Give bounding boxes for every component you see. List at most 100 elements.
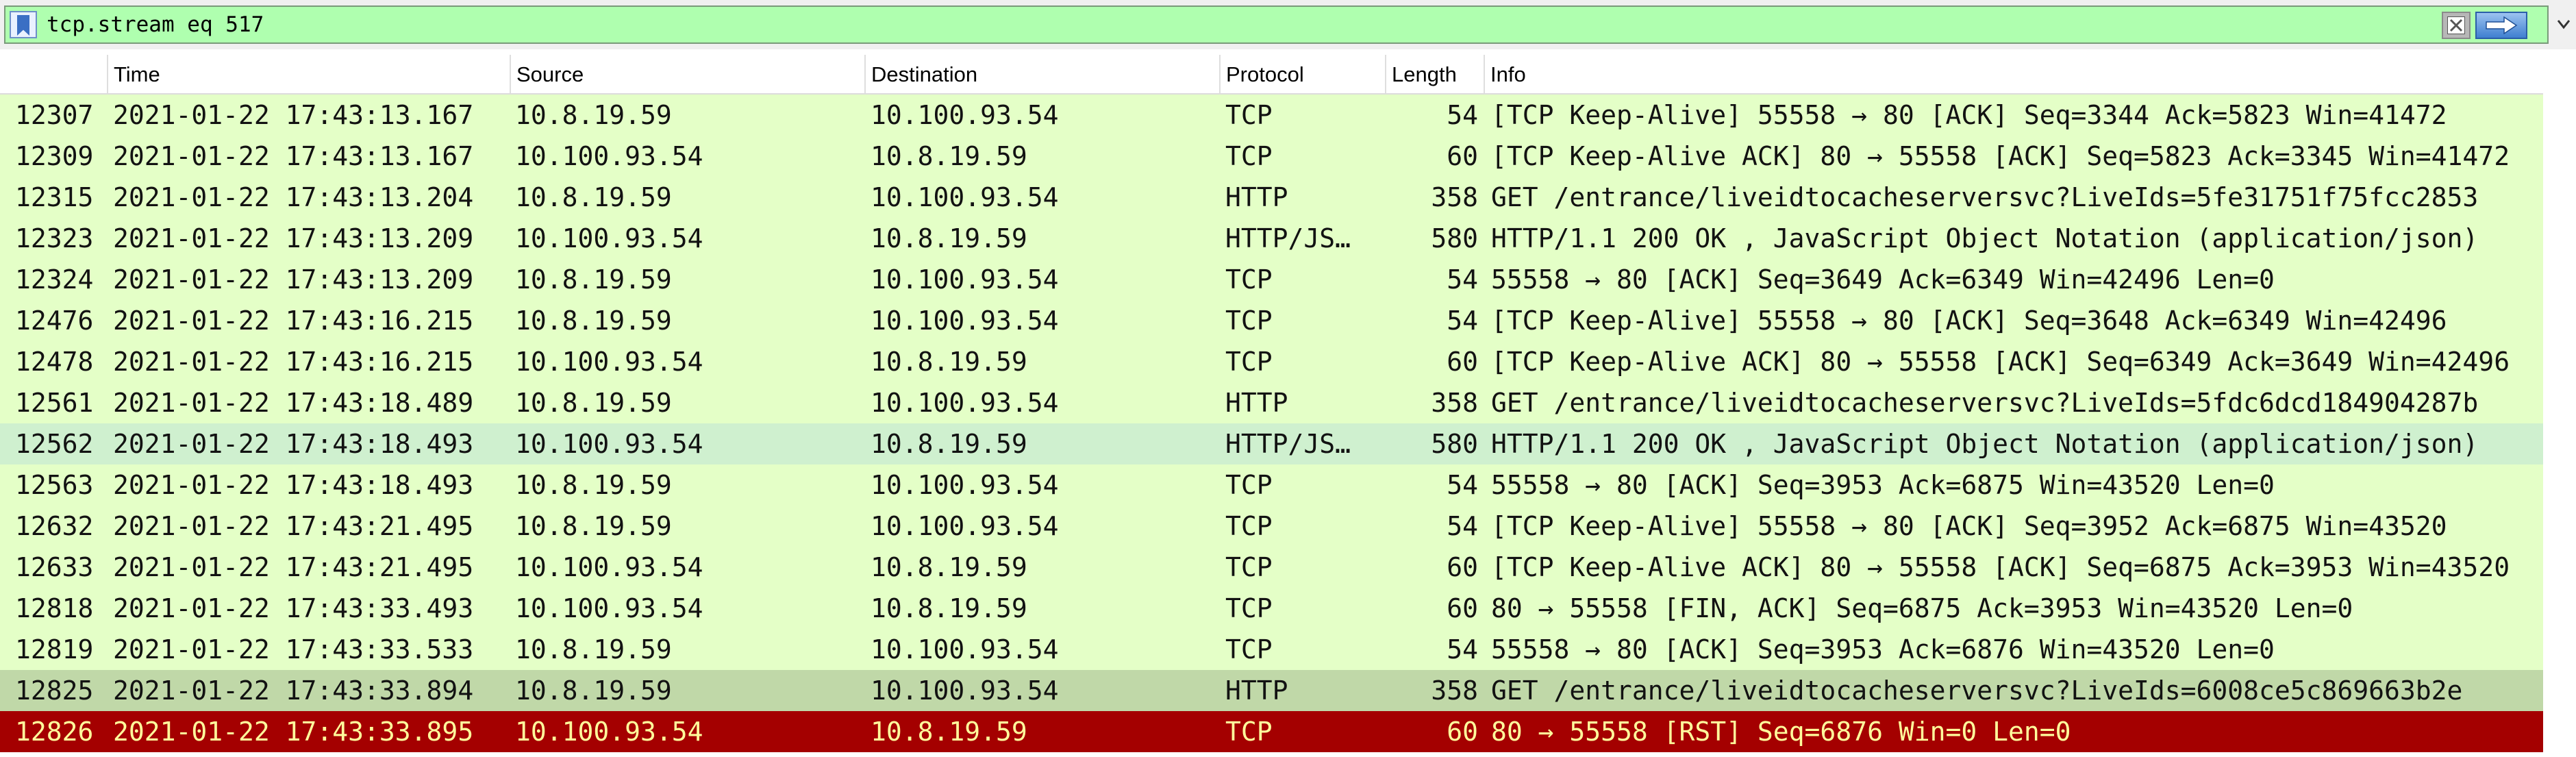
packet-number: 12561 (15, 388, 94, 418)
packet-row[interactable]: 12324 2021-01-22 17:43:13.209 10.8.19.59 10… (0, 259, 2543, 300)
packet-length: 580 (1431, 429, 1478, 459)
packet-length: 358 (1431, 182, 1478, 212)
packet-source: 10.100.93.54 (515, 717, 703, 747)
arrow-right-icon[interactable] (2475, 12, 2527, 39)
packet-row[interactable]: 12825 2021-01-22 17:43:33.894 10.8.19.59 10… (0, 670, 2543, 711)
wireshark-window: Time Source Destination Protocol Length … (0, 0, 2576, 757)
packet-number: 12324 (15, 264, 94, 295)
packet-destination: 10.8.19.59 (871, 552, 1027, 582)
packet-protocol: TCP (1225, 470, 1273, 500)
packet-time: 2021-01-22 17:43:13.204 (113, 182, 474, 212)
packet-length: 60 (1447, 717, 1478, 747)
packet-time: 2021-01-22 17:43:33.894 (113, 675, 474, 706)
column-header-time[interactable]: Time (108, 55, 511, 93)
packet-time: 2021-01-22 17:43:21.495 (113, 511, 474, 541)
packet-info: HTTP/1.1 200 OK , JavaScript Object Nota… (1491, 429, 2479, 459)
packet-protocol: TCP (1225, 306, 1273, 336)
column-header-source[interactable]: Source (511, 55, 866, 93)
packet-length: 358 (1431, 388, 1478, 418)
packet-source: 10.100.93.54 (515, 347, 703, 377)
packet-row[interactable]: 12632 2021-01-22 17:43:21.495 10.8.19.59 10… (0, 506, 2543, 547)
packet-source: 10.8.19.59 (515, 511, 672, 541)
packet-length: 60 (1447, 347, 1478, 377)
packet-time: 2021-01-22 17:43:13.209 (113, 264, 474, 295)
packet-info: 55558 → 80 [ACK] Seq=3953 Ack=6876 Win=4… (1491, 634, 2275, 665)
packet-row[interactable]: 12633 2021-01-22 17:43:21.495 10.100.93.54… (0, 547, 2543, 588)
packet-length: 60 (1447, 552, 1478, 582)
scrollbar-track[interactable] (2543, 55, 2576, 757)
packet-source: 10.100.93.54 (515, 552, 703, 582)
packet-info: [TCP Keep-Alive ACK] 80 → 55558 [ACK] Se… (1491, 347, 2510, 377)
packet-source: 10.100.93.54 (515, 593, 703, 623)
packet-time: 2021-01-22 17:43:13.167 (113, 141, 474, 171)
packet-protocol: TCP (1225, 511, 1273, 541)
packet-destination: 10.8.19.59 (871, 429, 1027, 459)
packet-time: 2021-01-22 17:43:18.489 (113, 388, 474, 418)
packet-row[interactable]: 12819 2021-01-22 17:43:33.533 10.8.19.59 10… (0, 629, 2543, 670)
packet-protocol: HTTP (1225, 388, 1288, 418)
column-header-destination[interactable]: Destination (866, 55, 1221, 93)
packet-protocol: TCP (1225, 717, 1273, 747)
packet-row[interactable]: 12818 2021-01-22 17:43:33.493 10.100.93.54… (0, 588, 2543, 629)
packet-info: 80 → 55558 [RST] Seq=6876 Win=0 Len=0 (1491, 717, 2071, 747)
packet-destination: 10.100.93.54 (871, 100, 1059, 130)
packet-destination: 10.100.93.54 (871, 675, 1059, 706)
packet-source: 10.8.19.59 (515, 634, 672, 665)
packet-destination: 10.100.93.54 (871, 511, 1059, 541)
packet-number: 12826 (15, 717, 94, 747)
packet-number: 12632 (15, 511, 94, 541)
packet-info: [TCP Keep-Alive] 55558 → 80 [ACK] Seq=33… (1491, 100, 2447, 130)
packet-row[interactable]: 12476 2021-01-22 17:43:16.215 10.8.19.59 10… (0, 300, 2543, 341)
packet-row[interactable]: 12309 2021-01-22 17:43:13.167 10.100.93.54… (0, 136, 2543, 177)
packet-info: [TCP Keep-Alive ACK] 80 → 55558 [ACK] Se… (1491, 552, 2510, 582)
chevron-down-icon[interactable] (2555, 14, 2573, 34)
packet-destination: 10.8.19.59 (871, 347, 1027, 377)
packet-info: HTTP/1.1 200 OK , JavaScript Object Nota… (1491, 223, 2479, 253)
packet-protocol: TCP (1225, 100, 1273, 130)
packet-row[interactable]: 12478 2021-01-22 17:43:16.215 10.100.93.54… (0, 341, 2543, 382)
packet-length: 60 (1447, 141, 1478, 171)
packet-info: 55558 → 80 [ACK] Seq=3953 Ack=6875 Win=4… (1491, 470, 2275, 500)
packet-info: [TCP Keep-Alive ACK] 80 → 55558 [ACK] Se… (1491, 141, 2510, 171)
packet-info: [TCP Keep-Alive] 55558 → 80 [ACK] Seq=36… (1491, 306, 2447, 336)
packet-row[interactable]: 12323 2021-01-22 17:43:13.209 10.100.93.54… (0, 218, 2543, 259)
column-header-no[interactable] (0, 55, 108, 93)
packet-length: 54 (1447, 634, 1478, 665)
packet-number: 12476 (15, 306, 94, 336)
packet-time: 2021-01-22 17:43:13.167 (113, 100, 474, 130)
packet-number: 12478 (15, 347, 94, 377)
column-header-protocol[interactable]: Protocol (1221, 55, 1386, 93)
packet-protocol: TCP (1225, 634, 1273, 665)
packet-info: GET /entrance/liveidtocacheserversvc?Liv… (1491, 675, 2463, 706)
packet-source: 10.8.19.59 (515, 264, 672, 295)
packet-list-header: Time Source Destination Protocol Length … (0, 55, 2543, 95)
packet-destination: 10.100.93.54 (871, 264, 1059, 295)
packet-length: 358 (1431, 675, 1478, 706)
packet-info: [TCP Keep-Alive] 55558 → 80 [ACK] Seq=39… (1491, 511, 2447, 541)
packet-row[interactable]: 12315 2021-01-22 17:43:13.204 10.8.19.59 10… (0, 177, 2543, 218)
packet-time: 2021-01-22 17:43:33.895 (113, 717, 474, 747)
packet-time: 2021-01-22 17:43:21.495 (113, 552, 474, 582)
packet-row[interactable]: 12563 2021-01-22 17:43:18.493 10.8.19.59 10… (0, 464, 2543, 506)
packet-row[interactable]: 12826 2021-01-22 17:43:33.895 10.100.93.54… (0, 711, 2543, 752)
bookmark-icon[interactable] (10, 11, 37, 38)
column-header-info[interactable]: Info (1485, 55, 2543, 93)
packet-row[interactable]: 12562 2021-01-22 17:43:18.493 10.100.93.54… (0, 423, 2543, 464)
column-header-length[interactable]: Length (1386, 55, 1485, 93)
packet-destination: 10.8.19.59 (871, 223, 1027, 253)
packet-info: GET /entrance/liveidtocacheserversvc?Liv… (1491, 182, 2479, 212)
packet-source: 10.8.19.59 (515, 306, 672, 336)
packet-number: 12562 (15, 429, 94, 459)
packet-row[interactable]: 12561 2021-01-22 17:43:18.489 10.8.19.59 10… (0, 382, 2543, 423)
packet-number: 12818 (15, 593, 94, 623)
packet-row[interactable]: 12307 2021-01-22 17:43:13.167 10.8.19.59 10… (0, 95, 2543, 136)
packet-rows: 12307 2021-01-22 17:43:13.167 10.8.19.59 10… (0, 95, 2543, 752)
packet-info: 80 → 55558 [FIN, ACK] Seq=6875 Ack=3953 … (1491, 593, 2353, 623)
display-filter-input[interactable] (47, 7, 2430, 42)
packet-protocol: TCP (1225, 347, 1273, 377)
packet-length: 54 (1447, 511, 1478, 541)
packet-time: 2021-01-22 17:43:18.493 (113, 429, 474, 459)
clear-x-icon[interactable] (2442, 12, 2471, 39)
packet-protocol: HTTP/JS… (1225, 223, 1351, 253)
display-filter-box (4, 5, 2549, 44)
